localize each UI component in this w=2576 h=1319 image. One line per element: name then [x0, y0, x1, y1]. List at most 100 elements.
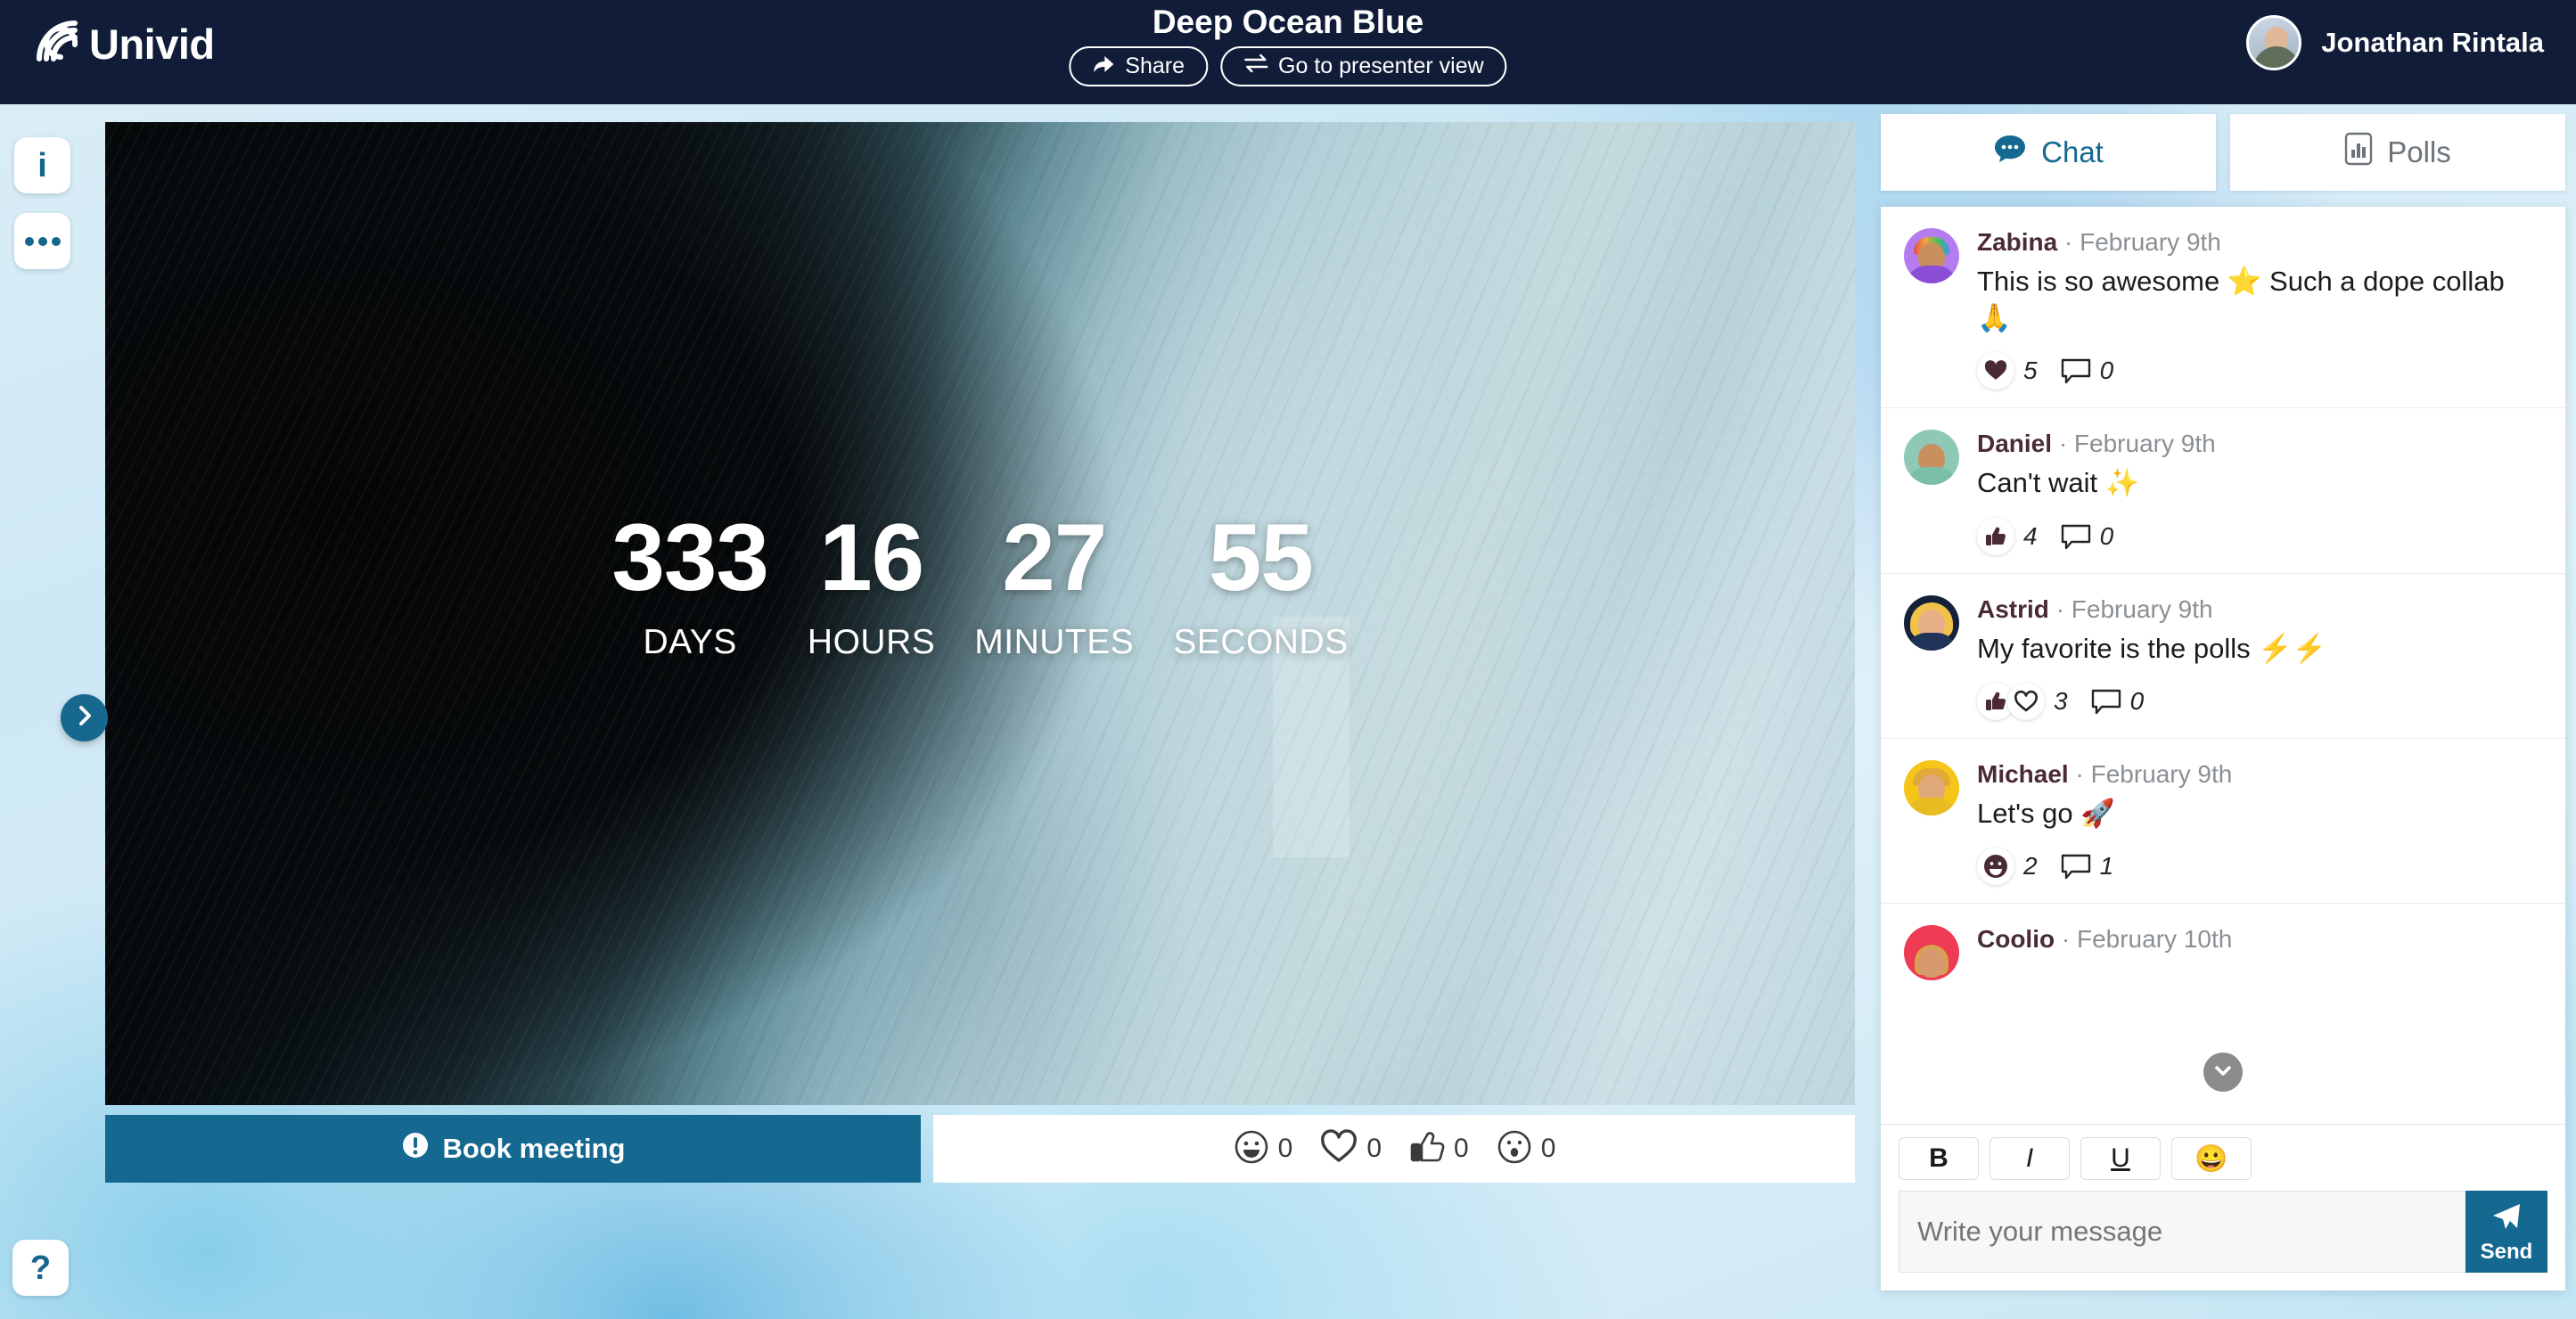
- tab-polls[interactable]: Polls: [2230, 114, 2565, 191]
- italic-label: I: [2025, 1143, 2034, 1173]
- countdown-cell-minutes: 27 MINUTES: [955, 504, 1153, 662]
- reaction-bar: 0 0 0 0: [933, 1115, 1855, 1183]
- countdown-minutes-label: MINUTES: [974, 622, 1135, 661]
- book-meeting-button[interactable]: Book meeting: [105, 1115, 921, 1183]
- help-button[interactable]: ?: [12, 1240, 69, 1296]
- swap-arrows-icon: [1243, 53, 1268, 79]
- thumbs-up-icon[interactable]: [1977, 517, 2014, 555]
- app-header: Univid Deep Ocean Blue Share Go to prese…: [0, 0, 2576, 104]
- question-mark-icon: ?: [29, 1249, 52, 1287]
- user-name: Jonathan Rintala: [2321, 27, 2544, 58]
- countdown-timer: 333 DAYS 16 HOURS 27 MINUTES 55 SECONDS: [105, 504, 1855, 662]
- chat-message[interactable]: Zabina · February 9th This is so awesome…: [1881, 207, 2565, 409]
- chat-sep: ·: [2055, 594, 2065, 623]
- chat-text: My favorite is the polls ⚡⚡: [1977, 632, 2327, 664]
- chat-author: Coolio: [1977, 925, 2055, 954]
- chat-author: Daniel: [1977, 430, 2053, 458]
- heart-filled-icon[interactable]: [1977, 352, 2014, 390]
- format-toolbar: B I U 😀: [1899, 1137, 2547, 1180]
- comment-icon[interactable]: [2061, 524, 2091, 549]
- countdown-minutes-value: 27: [1002, 504, 1107, 610]
- chat-sep: ·: [2061, 925, 2071, 954]
- chat-reaction-count: 5: [2023, 356, 2038, 385]
- chat-text: Let's go 🚀: [1977, 797, 2115, 829]
- comment-icon[interactable]: [2061, 854, 2091, 880]
- univid-arcs-logo-icon: [30, 14, 86, 74]
- chat-composer: B I U 😀 Write your message Send: [1881, 1124, 2565, 1290]
- reaction-surprised-count: 0: [1540, 1134, 1556, 1163]
- heart-outline-icon[interactable]: [2007, 682, 2045, 720]
- more-options-button[interactable]: [14, 213, 70, 269]
- page-title: Deep Ocean Blue: [1152, 4, 1424, 40]
- chevron-down-icon: [2212, 1061, 2234, 1085]
- smiley-filled-icon[interactable]: [1977, 848, 2014, 886]
- paper-plane-icon: [2490, 1200, 2523, 1238]
- comment-icon[interactable]: [2091, 689, 2121, 715]
- avatar-michael: [1904, 759, 1959, 815]
- chat-meta: 4 0: [1977, 517, 2542, 555]
- reaction-smiley[interactable]: 0: [1233, 1128, 1292, 1170]
- video-stage[interactable]: 333 DAYS 16 HOURS 27 MINUTES 55 SECONDS: [105, 122, 1855, 1105]
- thumbs-up-and-heart-icon[interactable]: [1977, 682, 2045, 720]
- presenter-view-button[interactable]: Go to presenter view: [1220, 45, 1507, 86]
- emoji-button[interactable]: 😀: [2171, 1137, 2252, 1180]
- video-background: 333 DAYS 16 HOURS 27 MINUTES 55 SECONDS: [105, 122, 1855, 1105]
- chat-card: Zabina · February 9th This is so awesome…: [1881, 207, 2565, 1290]
- chat-timestamp: February 9th: [2090, 759, 2233, 788]
- header-actions: Share Go to presenter view: [1069, 45, 1507, 86]
- chevron-right-icon: [74, 703, 95, 733]
- univid-logo-text: Univid: [89, 20, 215, 68]
- avatar-coolio: [1904, 925, 1959, 981]
- reaction-heart-count: 0: [1366, 1134, 1382, 1163]
- chat-message[interactable]: Michael · February 9th Let's go 🚀 2 1: [1881, 739, 2565, 905]
- chat-message-body: Zabina · February 9th This is so awesome…: [1977, 228, 2542, 390]
- message-input[interactable]: [1899, 1191, 2465, 1273]
- emoji-icon: 😀: [2195, 1143, 2228, 1174]
- panel-tabs: Chat Polls: [1881, 114, 2565, 191]
- stage-bottom-bar: Book meeting 0 0 0 0: [105, 1115, 1855, 1183]
- avatar-astrid: [1904, 594, 1959, 651]
- chat-text: Can't wait ✨: [1977, 467, 2140, 499]
- share-button[interactable]: Share: [1069, 45, 1209, 86]
- chat-message-list[interactable]: Zabina · February 9th This is so awesome…: [1881, 207, 2565, 1124]
- send-button[interactable]: Send: [2465, 1191, 2547, 1273]
- univid-logo[interactable]: Univid: [30, 14, 215, 74]
- countdown-cell-hours: 16 HOURS: [788, 510, 955, 662]
- surprised-face-icon: [1496, 1128, 1533, 1170]
- ellipsis-icon: [24, 236, 61, 246]
- countdown-days-label: DAYS: [643, 622, 737, 661]
- countdown-days-value: 333: [611, 504, 769, 610]
- chat-meta: 5 0: [1977, 352, 2542, 390]
- chat-author: Astrid: [1977, 594, 2049, 623]
- bold-label: B: [1929, 1143, 1948, 1173]
- chat-message[interactable]: Coolio · February 10th: [1881, 904, 2565, 998]
- expand-sidebar-button[interactable]: [61, 694, 108, 741]
- chat-message-header: Daniel · February 9th: [1977, 430, 2542, 458]
- tab-polls-label: Polls: [2387, 135, 2451, 168]
- chat-text: This is so awesome ⭐ Such a dope collab …: [1977, 266, 2505, 334]
- reaction-thumbsup[interactable]: 0: [1408, 1128, 1469, 1170]
- countdown-hours-label: HOURS: [807, 622, 936, 661]
- user-menu[interactable]: Jonathan Rintala: [2246, 15, 2544, 70]
- book-meeting-label: Book meeting: [442, 1133, 626, 1164]
- countdown-seconds-label: SECONDS: [1173, 622, 1349, 661]
- reaction-heart[interactable]: 0: [1319, 1128, 1382, 1169]
- chat-comment-count: 0: [2099, 521, 2114, 550]
- chat-message[interactable]: Astrid · February 9th My favorite is the…: [1881, 574, 2565, 739]
- send-label: Send: [2480, 1239, 2533, 1264]
- bold-button[interactable]: B: [1899, 1137, 1979, 1180]
- underline-button[interactable]: U: [2080, 1137, 2161, 1180]
- countdown-cell-seconds: 55 SECONDS: [1153, 510, 1367, 662]
- chat-reaction-count: 3: [2054, 686, 2068, 715]
- comment-icon[interactable]: [2061, 358, 2091, 384]
- chat-timestamp: February 9th: [2071, 594, 2213, 623]
- scroll-to-bottom-button[interactable]: [2203, 1053, 2243, 1092]
- tab-chat[interactable]: Chat: [1881, 114, 2216, 191]
- underline-label: U: [2111, 1143, 2130, 1173]
- italic-button[interactable]: I: [1989, 1137, 2070, 1180]
- reaction-surprised[interactable]: 0: [1496, 1128, 1556, 1170]
- share-label: Share: [1125, 53, 1185, 78]
- countdown-cell-days: 333 DAYS: [592, 504, 788, 662]
- chat-message[interactable]: Daniel · February 9th Can't wait ✨ 4 0: [1881, 408, 2565, 574]
- info-button[interactable]: i: [14, 137, 70, 193]
